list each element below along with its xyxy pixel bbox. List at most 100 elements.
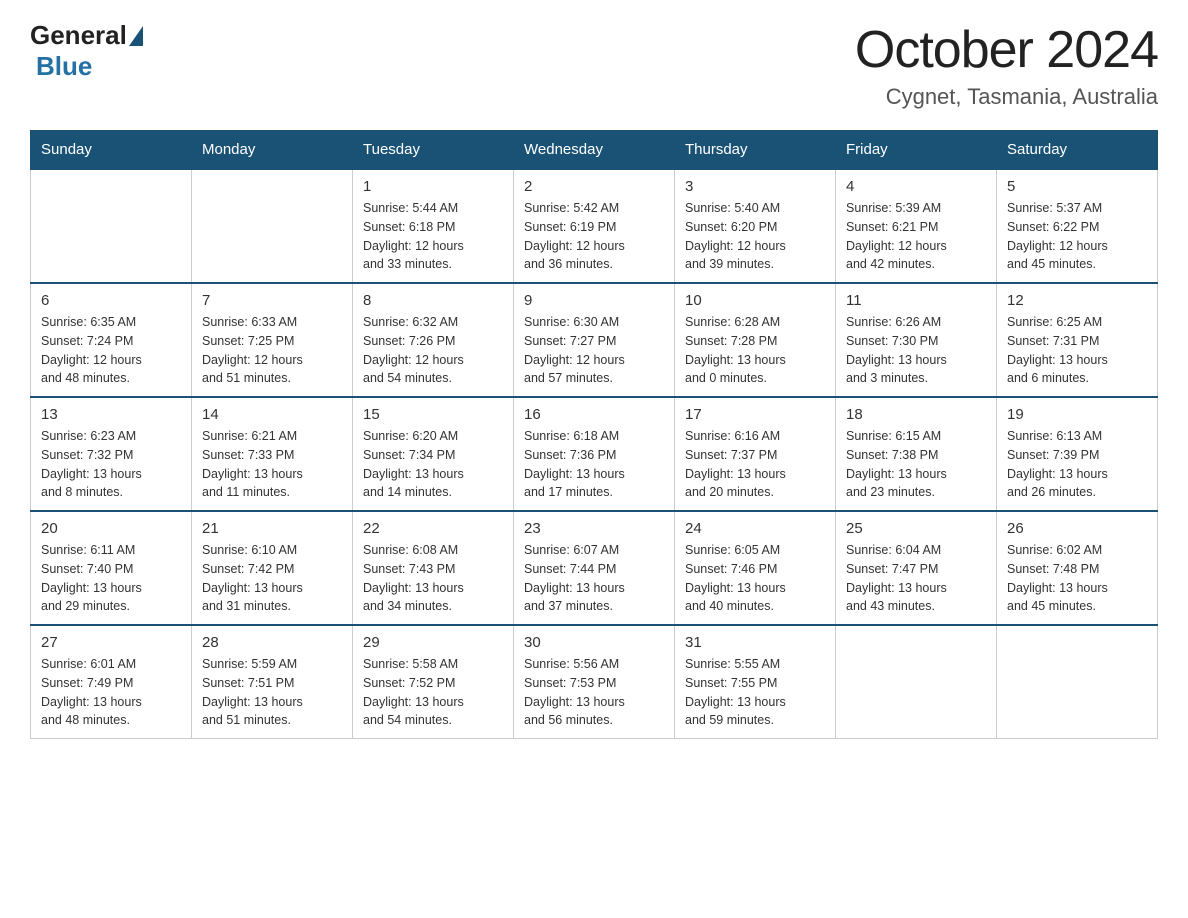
calendar-cell: 29Sunrise: 5:58 AM Sunset: 7:52 PM Dayli… bbox=[353, 625, 514, 739]
calendar-cell bbox=[192, 169, 353, 283]
day-info: Sunrise: 6:30 AM Sunset: 7:27 PM Dayligh… bbox=[524, 313, 664, 388]
day-info: Sunrise: 6:10 AM Sunset: 7:42 PM Dayligh… bbox=[202, 541, 342, 616]
day-number: 28 bbox=[202, 634, 342, 651]
day-info: Sunrise: 6:16 AM Sunset: 7:37 PM Dayligh… bbox=[685, 427, 825, 502]
title-section: October 2024 Cygnet, Tasmania, Australia bbox=[855, 20, 1158, 110]
day-info: Sunrise: 5:59 AM Sunset: 7:51 PM Dayligh… bbox=[202, 655, 342, 730]
calendar-cell: 23 Sunrise: 6:07 AM Sunset: 7:44 PM Dayli… bbox=[514, 511, 675, 625]
day-info: Sunrise: 6:20 AM Sunset: 7:34 PM Dayligh… bbox=[363, 427, 503, 502]
calendar-cell: 1 Sunrise: 5:44 AM Sunset: 6:18 PM Daylig… bbox=[353, 169, 514, 283]
logo-blue-text: Blue bbox=[36, 51, 92, 82]
day-number: 15 bbox=[363, 406, 503, 423]
calendar-cell bbox=[836, 625, 997, 739]
day-info: Sunrise: 6:32 AM Sunset: 7:26 PM Dayligh… bbox=[363, 313, 503, 388]
calendar-cell bbox=[997, 625, 1158, 739]
day-number: 3 bbox=[685, 178, 825, 195]
day-number: 8 bbox=[363, 292, 503, 309]
calendar-cell: 8 Sunrise: 6:32 AM Sunset: 7:26 PM Daylig… bbox=[353, 283, 514, 397]
day-number: 16 bbox=[524, 406, 664, 423]
day-number: 24 bbox=[685, 520, 825, 537]
calendar-week-row: 1 Sunrise: 5:44 AM Sunset: 6:18 PM Daylig… bbox=[31, 169, 1158, 283]
day-number: 20 bbox=[41, 520, 181, 537]
day-info: Sunrise: 6:01 AM Sunset: 7:49 PM Dayligh… bbox=[41, 655, 181, 730]
calendar-cell: 2 Sunrise: 5:42 AM Sunset: 6:19 PM Daylig… bbox=[514, 169, 675, 283]
day-number: 6 bbox=[41, 292, 181, 309]
day-of-week-header: Thursday bbox=[675, 131, 836, 170]
logo: General Blue bbox=[30, 20, 143, 82]
day-number: 31 bbox=[685, 634, 825, 651]
day-number: 12 bbox=[1007, 292, 1147, 309]
day-info: Sunrise: 6:18 AM Sunset: 7:36 PM Dayligh… bbox=[524, 427, 664, 502]
day-info: Sunrise: 6:21 AM Sunset: 7:33 PM Dayligh… bbox=[202, 427, 342, 502]
logo-triangle-icon bbox=[129, 26, 143, 46]
day-number: 5 bbox=[1007, 178, 1147, 195]
day-info: Sunrise: 5:39 AM Sunset: 6:21 PM Dayligh… bbox=[846, 199, 986, 274]
calendar-cell: 11 Sunrise: 6:26 AM Sunset: 7:30 PM Dayli… bbox=[836, 283, 997, 397]
day-number: 18 bbox=[846, 406, 986, 423]
calendar-cell: 4 Sunrise: 5:39 AM Sunset: 6:21 PM Daylig… bbox=[836, 169, 997, 283]
day-info: Sunrise: 6:33 AM Sunset: 7:25 PM Dayligh… bbox=[202, 313, 342, 388]
calendar-week-row: 20 Sunrise: 6:11 AM Sunset: 7:40 PM Dayli… bbox=[31, 511, 1158, 625]
day-of-week-header: Monday bbox=[192, 131, 353, 170]
day-info: Sunrise: 6:11 AM Sunset: 7:40 PM Dayligh… bbox=[41, 541, 181, 616]
calendar-cell: 18 Sunrise: 6:15 AM Sunset: 7:38 PM Dayli… bbox=[836, 397, 997, 511]
day-info: Sunrise: 6:02 AM Sunset: 7:48 PM Dayligh… bbox=[1007, 541, 1147, 616]
day-info: Sunrise: 6:15 AM Sunset: 7:38 PM Dayligh… bbox=[846, 427, 986, 502]
calendar-cell: 25Sunrise: 6:04 AM Sunset: 7:47 PM Dayli… bbox=[836, 511, 997, 625]
calendar-table: SundayMondayTuesdayWednesdayThursdayFrid… bbox=[30, 130, 1158, 739]
day-info: Sunrise: 6:28 AM Sunset: 7:28 PM Dayligh… bbox=[685, 313, 825, 388]
calendar-cell bbox=[31, 169, 192, 283]
day-info: Sunrise: 6:05 AM Sunset: 7:46 PM Dayligh… bbox=[685, 541, 825, 616]
day-number: 25 bbox=[846, 520, 986, 537]
calendar-cell: 28 Sunrise: 5:59 AM Sunset: 7:51 PM Dayli… bbox=[192, 625, 353, 739]
day-number: 14 bbox=[202, 406, 342, 423]
month-year-title: October 2024 bbox=[855, 20, 1158, 80]
day-number: 19 bbox=[1007, 406, 1147, 423]
day-of-week-header: Sunday bbox=[31, 131, 192, 170]
day-of-week-header: Tuesday bbox=[353, 131, 514, 170]
day-of-week-header: Friday bbox=[836, 131, 997, 170]
calendar-week-row: 13 Sunrise: 6:23 AM Sunset: 7:32 PM Dayli… bbox=[31, 397, 1158, 511]
logo-general-text: General bbox=[30, 20, 127, 51]
day-number: 29 bbox=[363, 634, 503, 651]
calendar-cell: 17 Sunrise: 6:16 AM Sunset: 7:37 PM Dayli… bbox=[675, 397, 836, 511]
day-info: Sunrise: 5:55 AM Sunset: 7:55 PM Dayligh… bbox=[685, 655, 825, 730]
day-number: 9 bbox=[524, 292, 664, 309]
calendar-cell: 5 Sunrise: 5:37 AM Sunset: 6:22 PM Daylig… bbox=[997, 169, 1158, 283]
day-number: 4 bbox=[846, 178, 986, 195]
day-info: Sunrise: 6:25 AM Sunset: 7:31 PM Dayligh… bbox=[1007, 313, 1147, 388]
day-of-week-header: Saturday bbox=[997, 131, 1158, 170]
day-number: 7 bbox=[202, 292, 342, 309]
day-info: Sunrise: 5:37 AM Sunset: 6:22 PM Dayligh… bbox=[1007, 199, 1147, 274]
calendar-cell: 10Sunrise: 6:28 AM Sunset: 7:28 PM Dayli… bbox=[675, 283, 836, 397]
day-of-week-header: Wednesday bbox=[514, 131, 675, 170]
calendar-cell: 31 Sunrise: 5:55 AM Sunset: 7:55 PM Dayli… bbox=[675, 625, 836, 739]
day-number: 23 bbox=[524, 520, 664, 537]
day-number: 1 bbox=[363, 178, 503, 195]
calendar-cell: 7 Sunrise: 6:33 AM Sunset: 7:25 PM Daylig… bbox=[192, 283, 353, 397]
day-number: 11 bbox=[846, 292, 986, 309]
page-header: General Blue October 2024 Cygnet, Tasman… bbox=[30, 20, 1158, 110]
day-info: Sunrise: 6:23 AM Sunset: 7:32 PM Dayligh… bbox=[41, 427, 181, 502]
day-number: 21 bbox=[202, 520, 342, 537]
day-info: Sunrise: 6:07 AM Sunset: 7:44 PM Dayligh… bbox=[524, 541, 664, 616]
calendar-cell: 9 Sunrise: 6:30 AM Sunset: 7:27 PM Daylig… bbox=[514, 283, 675, 397]
day-info: Sunrise: 6:26 AM Sunset: 7:30 PM Dayligh… bbox=[846, 313, 986, 388]
day-number: 30 bbox=[524, 634, 664, 651]
day-number: 17 bbox=[685, 406, 825, 423]
calendar-cell: 14 Sunrise: 6:21 AM Sunset: 7:33 PM Dayli… bbox=[192, 397, 353, 511]
calendar-cell: 6Sunrise: 6:35 AM Sunset: 7:24 PM Daylig… bbox=[31, 283, 192, 397]
calendar-header: SundayMondayTuesdayWednesdayThursdayFrid… bbox=[31, 131, 1158, 170]
calendar-cell: 21 Sunrise: 6:10 AM Sunset: 7:42 PM Dayli… bbox=[192, 511, 353, 625]
calendar-cell: 22Sunrise: 6:08 AM Sunset: 7:43 PM Dayli… bbox=[353, 511, 514, 625]
day-info: Sunrise: 5:56 AM Sunset: 7:53 PM Dayligh… bbox=[524, 655, 664, 730]
calendar-cell: 15 Sunrise: 6:20 AM Sunset: 7:34 PM Dayli… bbox=[353, 397, 514, 511]
day-info: Sunrise: 5:44 AM Sunset: 6:18 PM Dayligh… bbox=[363, 199, 503, 274]
day-number: 2 bbox=[524, 178, 664, 195]
day-info: Sunrise: 5:40 AM Sunset: 6:20 PM Dayligh… bbox=[685, 199, 825, 274]
calendar-cell: 19Sunrise: 6:13 AM Sunset: 7:39 PM Dayli… bbox=[997, 397, 1158, 511]
day-number: 22 bbox=[363, 520, 503, 537]
calendar-week-row: 27Sunrise: 6:01 AM Sunset: 7:49 PM Dayli… bbox=[31, 625, 1158, 739]
day-number: 13 bbox=[41, 406, 181, 423]
day-info: Sunrise: 5:42 AM Sunset: 6:19 PM Dayligh… bbox=[524, 199, 664, 274]
